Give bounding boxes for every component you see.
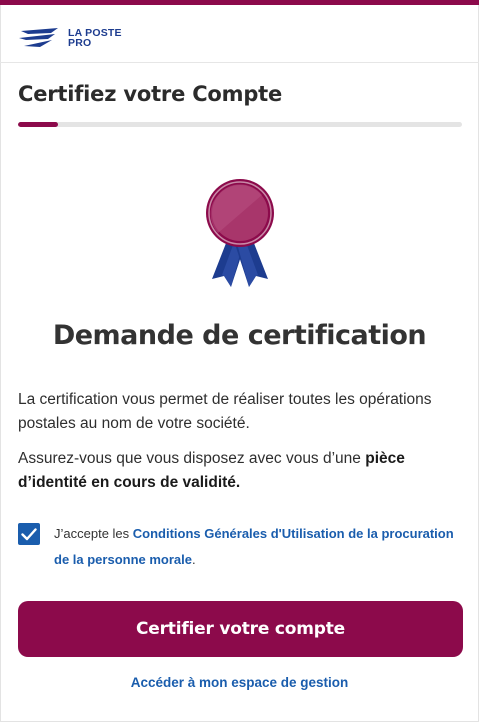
la-poste-pro-logo[interactable]: LA POSTE PRO xyxy=(18,26,122,50)
page-title: Certifiez votre Compte xyxy=(18,82,283,106)
checkmark-icon xyxy=(21,527,37,540)
intro-paragraph: La certification vous permet de réaliser… xyxy=(18,391,432,432)
consent-row: J’accepte les Conditions Générales d'Uti… xyxy=(18,523,463,573)
certification-ribbon-icon xyxy=(200,175,280,290)
requirement-text: Assurez-vous que vous disposez avec vous… xyxy=(18,450,366,467)
header-divider xyxy=(0,62,479,63)
la-poste-bird-icon xyxy=(18,27,62,49)
top-accent-bar xyxy=(0,0,479,5)
consent-prefix: J’accepte les xyxy=(54,526,133,541)
logo-line-pro: PRO xyxy=(68,37,92,49)
certify-account-button[interactable]: Certifier votre compte xyxy=(18,601,463,657)
consent-checkbox[interactable] xyxy=(18,523,40,545)
consent-suffix: . xyxy=(192,552,196,567)
section-heading: Demande de certification xyxy=(52,320,427,351)
consent-label: J’accepte les Conditions Générales d'Uti… xyxy=(54,521,463,573)
management-space-link[interactable]: Accéder à mon espace de gestion xyxy=(0,675,479,690)
requirement-paragraph: Assurez-vous que vous disposez avec vous… xyxy=(18,447,463,495)
progress-bar xyxy=(18,122,462,127)
progress-fill xyxy=(18,122,58,127)
